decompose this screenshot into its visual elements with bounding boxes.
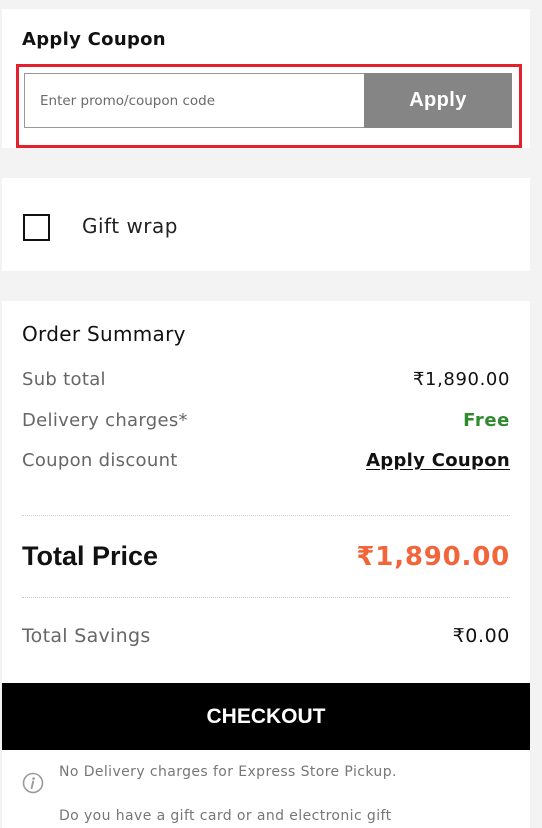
gift-wrap-checkbox[interactable] [23, 214, 50, 241]
gift-wrap-label[interactable]: Gift wrap [82, 214, 178, 238]
order-summary-title: Order Summary [22, 322, 186, 346]
total-price-label: Total Price [22, 541, 159, 571]
coupon-discount-row: Coupon discount Apply Coupon [22, 450, 510, 471]
total-price-row: Total Price ₹1,890.00 [22, 541, 510, 572]
delivery-value: Free [463, 410, 510, 431]
coupon-highlight-box: Apply [16, 64, 522, 148]
subtotal-row: Sub total ₹1,890.00 [22, 369, 510, 390]
subtotal-label: Sub total [22, 369, 106, 390]
subtotal-value: ₹1,890.00 [412, 369, 510, 390]
total-savings-label: Total Savings [22, 625, 151, 647]
total-savings-row: Total Savings ₹0.00 [22, 625, 510, 647]
delivery-row: Delivery charges* Free [22, 410, 510, 431]
info-icon [22, 772, 44, 794]
apply-coupon-card: Apply Coupon Apply [2, 9, 530, 148]
total-price-value: ₹1,890.00 [356, 542, 510, 572]
apply-coupon-button[interactable]: Apply [364, 73, 512, 128]
order-summary-card: Order Summary Sub total ₹1,890.00 Delive… [2, 301, 530, 828]
summary-divider [22, 597, 510, 598]
total-savings-value: ₹0.00 [452, 625, 510, 647]
apply-coupon-title: Apply Coupon [22, 29, 166, 50]
coupon-code-input[interactable] [24, 73, 365, 128]
delivery-label: Delivery charges* [22, 410, 188, 431]
summary-divider [22, 515, 510, 516]
apply-coupon-link[interactable]: Apply Coupon [366, 450, 510, 471]
gift-wrap-card: Gift wrap [2, 178, 530, 271]
delivery-note: No Delivery charges for Express Store Pi… [59, 764, 397, 780]
gift-card-note: Do you have a gift card or and electroni… [59, 808, 392, 824]
checkout-button[interactable]: CHECKOUT [2, 683, 530, 750]
coupon-discount-label: Coupon discount [22, 450, 178, 471]
